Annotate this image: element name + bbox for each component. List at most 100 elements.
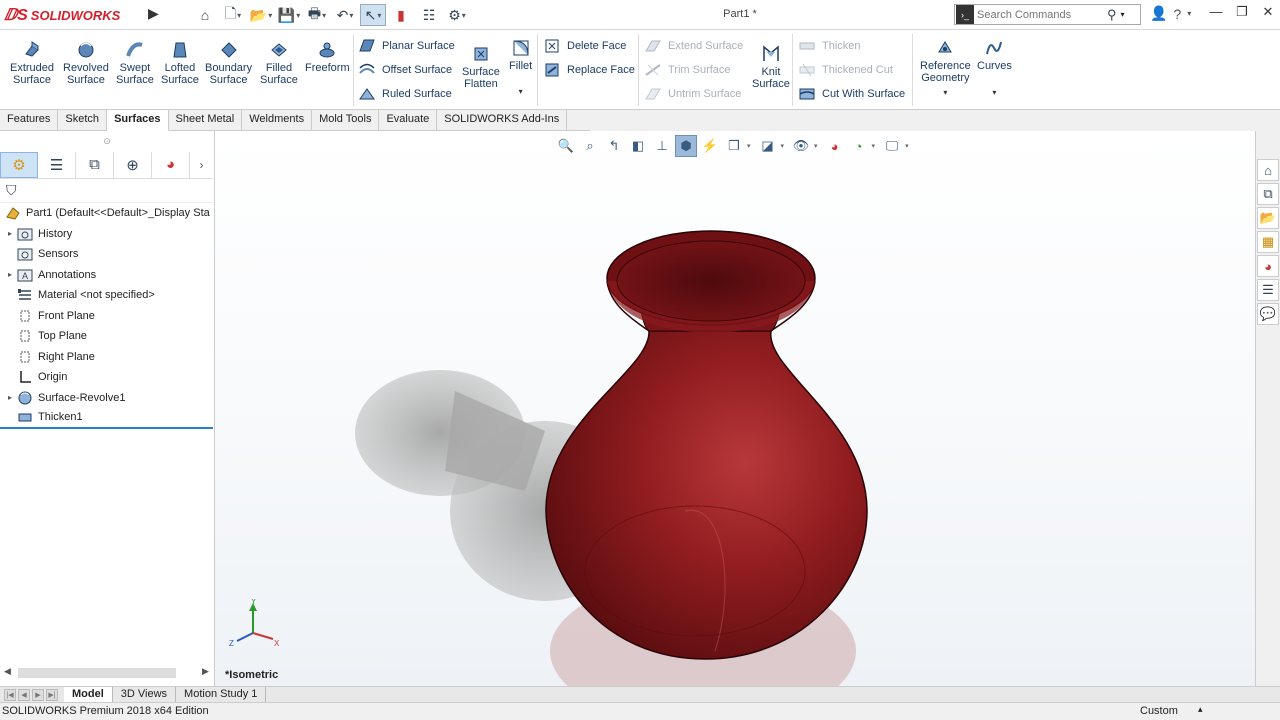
forum-button[interactable]: 💬 [1257, 303, 1279, 325]
tab-3d-views[interactable]: 3D Views [113, 687, 177, 702]
chevron-up-icon[interactable]: ▴ [1198, 704, 1203, 715]
expand-arrow-icon[interactable]: ▸ [4, 270, 16, 279]
scroll-thumb[interactable] [18, 668, 176, 678]
select-button[interactable]: ↖ ▾ [360, 4, 386, 26]
chevron-down-icon[interactable]: ▾ [377, 11, 381, 20]
tab-surfaces[interactable]: Surfaces [107, 110, 169, 131]
trim-surface-button[interactable]: Trim Surface [644, 60, 731, 80]
chevron-down-icon[interactable]: ▾ [1187, 9, 1191, 18]
lofted-surface-button[interactable]: Lofted Surface [161, 40, 199, 86]
tab-sketch[interactable]: Sketch [58, 110, 108, 131]
close-icon[interactable]: ✕ [1257, 4, 1279, 20]
vase-model[interactable] [545, 230, 868, 660]
menu-flyout-arrow-icon[interactable]: ▶ [148, 5, 159, 22]
solidworks-resources-button[interactable]: ⌂ [1257, 159, 1279, 181]
reference-geometry-button[interactable]: Reference Geometry ▾ [920, 38, 971, 99]
tree-item-top-plane[interactable]: Top Plane [0, 326, 213, 347]
search-input[interactable] [977, 8, 1107, 21]
fillet-button[interactable]: Fillet ▾ [509, 38, 532, 98]
delete-face-button[interactable]: Delete Face [543, 36, 626, 56]
rebuild-button[interactable]: ▮ [388, 4, 414, 26]
appearances-button[interactable]: ◕ [1257, 255, 1279, 277]
last-tab-icon[interactable]: ▶| [46, 688, 58, 701]
freeform-button[interactable]: Freeform [305, 40, 350, 74]
undo-button[interactable]: ↶ ▾ [332, 4, 358, 26]
ruled-surface-button[interactable]: Ruled Surface [358, 84, 452, 104]
minimize-icon[interactable]: — [1205, 4, 1227, 20]
chevron-down-icon[interactable]: ▾ [992, 87, 996, 99]
file-explorer-button[interactable]: 📂 [1257, 207, 1279, 229]
horizontal-scrollbar[interactable]: ◀ ▶ [0, 664, 213, 682]
property-manager-tab[interactable]: ☰ [38, 151, 76, 178]
first-tab-icon[interactable]: |◀ [4, 688, 16, 701]
chevron-down-icon[interactable]: ▾ [268, 11, 272, 20]
file-properties-button[interactable]: ☷ [416, 4, 442, 26]
restore-icon[interactable]: ❐ [1231, 4, 1253, 20]
expand-arrow-icon[interactable]: ▸ [4, 393, 16, 402]
chevron-down-icon[interactable]: ▾ [237, 11, 241, 20]
chevron-down-icon[interactable]: ▾ [349, 11, 353, 20]
tree-item-material[interactable]: Material <not specified> [0, 285, 213, 306]
replace-face-button[interactable]: Replace Face [543, 60, 635, 80]
chevron-down-icon[interactable]: ▾ [943, 87, 947, 99]
feature-manager-tab[interactable]: ⚙ [0, 151, 38, 178]
filled-surface-button[interactable]: Filled Surface [260, 40, 298, 86]
extruded-surface-button[interactable]: Extruded Surface [10, 40, 54, 86]
home-button[interactable]: ⌂ [192, 4, 218, 26]
tab-evaluate[interactable]: Evaluate [379, 110, 438, 131]
view-palette-button[interactable]: ▦ [1257, 231, 1279, 253]
more-tabs-button[interactable]: › [190, 152, 213, 178]
swept-surface-button[interactable]: Swept Surface [116, 40, 154, 86]
tree-item-annotations[interactable]: ▸ A Annotations [0, 265, 213, 286]
tab-motion-study[interactable]: Motion Study 1 [176, 687, 267, 702]
tree-item-origin[interactable]: Origin [0, 367, 213, 388]
extend-surface-button[interactable]: Extend Surface [644, 36, 743, 56]
configuration-manager-tab[interactable]: ⧉ [76, 151, 114, 178]
help-icon[interactable]: ? [1173, 6, 1181, 22]
search-icon[interactable]: ⚲ [1107, 7, 1117, 23]
next-tab-icon[interactable]: ▶ [32, 688, 44, 701]
tab-weldments[interactable]: Weldments [242, 110, 313, 131]
panel-grip-icon[interactable]: ⊙ [0, 131, 214, 151]
model-view[interactable] [215, 131, 1255, 686]
tree-item-right-plane[interactable]: Right Plane [0, 347, 213, 368]
tab-model[interactable]: Model [64, 687, 113, 702]
chevron-down-icon[interactable]: ▾ [296, 11, 300, 20]
options-button[interactable]: ⚙ ▾ [444, 4, 470, 26]
tree-item-sensors[interactable]: Sensors [0, 244, 213, 265]
scroll-right-icon[interactable]: ▶ [202, 666, 209, 677]
knit-surface-button[interactable]: Knit Surface [752, 44, 790, 90]
tab-features[interactable]: Features [0, 110, 59, 131]
cut-with-surface-button[interactable]: Cut With Surface [798, 84, 905, 104]
save-button[interactable]: 💾 ▾ [276, 4, 302, 26]
tab-add-ins[interactable]: SOLIDWORKS Add-Ins [437, 110, 568, 131]
scroll-left-icon[interactable]: ◀ [4, 666, 11, 677]
curves-button[interactable]: Curves ▾ [977, 38, 1012, 99]
custom-properties-button[interactable]: ☰ [1257, 279, 1279, 301]
boundary-surface-button[interactable]: Boundary Surface [205, 40, 252, 86]
graphics-area[interactable]: ◫ ◨ — ❐ ✕ 🔍 ⌕ ↰ ◧ ⊥ ⬢ ⚡ ❒▾ ◪▾ 👁▾ ◕ ◔▾ 🖵▾ [215, 131, 1255, 686]
search-commands-box[interactable]: ›_ ⚲ ▾ [954, 4, 1141, 25]
display-manager-tab[interactable]: ◕ [152, 151, 190, 178]
dimxpert-tab[interactable]: ⊕ [114, 151, 152, 178]
tree-item-front-plane[interactable]: Front Plane [0, 306, 213, 327]
tree-item-surface-revolve[interactable]: ▸ Surface-Revolve1 [0, 388, 213, 409]
units-selector[interactable]: Custom [1140, 705, 1178, 717]
tab-mold-tools[interactable]: Mold Tools [312, 110, 380, 131]
chevron-down-icon[interactable]: ▾ [462, 11, 466, 20]
solidworks-logo[interactable]: ⅅS SOLIDWORKS [4, 4, 120, 26]
untrim-surface-button[interactable]: Untrim Surface [644, 84, 741, 104]
offset-surface-button[interactable]: Offset Surface [358, 60, 452, 80]
new-document-button[interactable]: 🗋 ▾ [220, 4, 246, 26]
user-icon[interactable]: 👤 [1150, 5, 1167, 22]
filter-bar[interactable]: ⛉ [0, 179, 213, 203]
prev-tab-icon[interactable]: ◀ [18, 688, 30, 701]
chevron-down-icon[interactable]: ▾ [1121, 10, 1125, 19]
chevron-down-icon[interactable]: ▾ [519, 86, 523, 98]
expand-arrow-icon[interactable]: ▸ [4, 229, 16, 238]
tree-item-history[interactable]: ▸ History [0, 224, 213, 245]
thicken-button[interactable]: Thicken [798, 36, 861, 56]
tree-item-thicken[interactable]: Thicken1 [0, 408, 213, 429]
thickened-cut-button[interactable]: Thickened Cut [798, 60, 893, 80]
tab-sheet-metal[interactable]: Sheet Metal [169, 110, 243, 131]
